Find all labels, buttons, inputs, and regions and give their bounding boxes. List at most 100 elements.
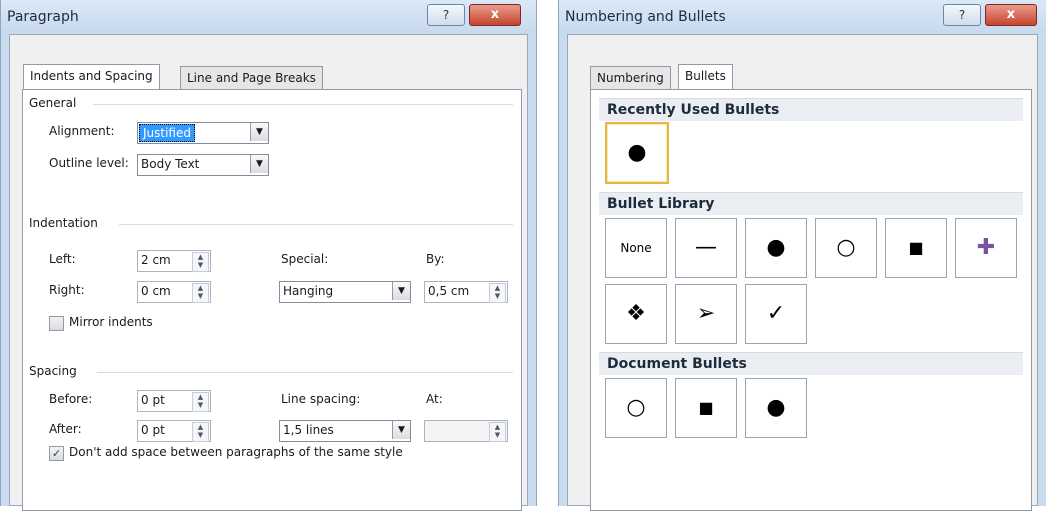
tab-label: Line and Page Breaks xyxy=(187,71,316,85)
spin-arrows-icon[interactable]: ▲ ▼ xyxy=(489,422,506,442)
help-button[interactable]: ? xyxy=(943,4,981,26)
before-label: Before: xyxy=(49,392,93,406)
spin-arrows-icon[interactable]: ▲ ▼ xyxy=(192,252,209,272)
outline-level-select[interactable]: Body Text ▼ xyxy=(137,154,269,176)
bullets-titlebar: Numbering and Bullets ? x xyxy=(559,0,1046,34)
help-button[interactable]: ? xyxy=(427,4,465,26)
special-value: Hanging xyxy=(283,284,334,298)
right-indent-label: Right: xyxy=(49,283,85,297)
alignment-label: Alignment: xyxy=(49,124,115,138)
close-button[interactable]: x xyxy=(469,4,521,26)
line-spacing-value: 1,5 lines xyxy=(283,423,334,437)
special-label: Special: xyxy=(281,252,329,266)
tab-label: Numbering xyxy=(597,71,664,85)
before-spinner[interactable]: 0 pt ▲ ▼ xyxy=(137,390,211,412)
bullet-library-header: Bullet Library xyxy=(599,192,1023,215)
bullet-square-icon: ■ xyxy=(908,238,924,257)
dropdown-arrow-icon[interactable]: ▼ xyxy=(392,421,410,439)
line-spacing-label: Line spacing: xyxy=(281,392,361,406)
before-value: 0 pt xyxy=(141,393,165,407)
bullets-client: Numbering Bullets Recently Used Bullets … xyxy=(567,34,1038,511)
spin-arrows-icon[interactable]: ▲ ▼ xyxy=(192,392,209,412)
bullet-square-icon: ■ xyxy=(698,398,714,417)
close-icon: x xyxy=(490,7,500,22)
by-value: 0,5 cm xyxy=(428,284,470,298)
library-bullet-diamond[interactable]: ❖ xyxy=(605,284,667,344)
mirror-indents-checkbox[interactable] xyxy=(49,316,64,331)
library-bullet-star[interactable]: ✚ xyxy=(955,218,1017,278)
right-indent-value: 0 cm xyxy=(141,284,171,298)
recently-used-header: Recently Used Bullets xyxy=(599,98,1023,121)
recent-bullet-disc[interactable]: ● xyxy=(605,122,669,184)
tab-indents-and-spacing[interactable]: Indents and Spacing xyxy=(23,64,160,89)
close-button[interactable]: x xyxy=(985,4,1037,26)
divider xyxy=(93,104,513,105)
dropdown-arrow-icon[interactable]: ▼ xyxy=(392,282,410,300)
dont-add-space-label[interactable]: Don't add space between paragraphs of th… xyxy=(69,445,403,459)
bullet-four-point-star-icon: ✚ xyxy=(976,235,996,260)
library-bullet-square[interactable]: ■ xyxy=(885,218,947,278)
tab-label: Indents and Spacing xyxy=(30,69,153,83)
line-spacing-select[interactable]: 1,5 lines ▼ xyxy=(279,420,411,442)
at-label: At: xyxy=(426,392,443,406)
tab-label: Bullets xyxy=(685,69,726,83)
after-label: After: xyxy=(49,422,82,436)
bullet-disc-icon: ● xyxy=(766,395,786,420)
bullets-title: Numbering and Bullets xyxy=(565,9,726,25)
document-bullet-circle[interactable]: ○ xyxy=(605,378,667,438)
after-value: 0 pt xyxy=(141,423,165,437)
spin-arrows-icon[interactable]: ▲ ▼ xyxy=(192,422,209,442)
library-bullet-dash[interactable]: — xyxy=(675,218,737,278)
left-indent-label: Left: xyxy=(49,252,76,266)
outline-level-value: Body Text xyxy=(141,157,200,171)
close-icon: x xyxy=(1006,7,1016,22)
library-bullet-none[interactable]: None xyxy=(605,218,667,278)
bullet-diamond-cluster-icon: ❖ xyxy=(626,301,646,326)
mirror-indents-label[interactable]: Mirror indents xyxy=(69,315,153,329)
tab-line-and-page-breaks[interactable]: Line and Page Breaks xyxy=(180,66,323,89)
spin-arrows-icon[interactable]: ▲ ▼ xyxy=(489,283,506,303)
right-indent-spinner[interactable]: 0 cm ▲ ▼ xyxy=(137,281,211,303)
dropdown-arrow-icon[interactable]: ▼ xyxy=(250,155,268,173)
tab-numbering[interactable]: Numbering xyxy=(590,66,671,89)
after-spinner[interactable]: 0 pt ▲ ▼ xyxy=(137,420,211,442)
library-bullet-circle[interactable]: ○ xyxy=(815,218,877,278)
paragraph-titlebar: Paragraph ? x xyxy=(1,0,536,34)
alignment-select[interactable]: Justified ▼ xyxy=(137,122,269,144)
divider xyxy=(97,372,513,373)
dropdown-arrow-icon[interactable]: ▼ xyxy=(250,123,268,141)
bullet-none-label: None xyxy=(620,241,652,255)
document-bullets-header: Document Bullets xyxy=(599,352,1023,375)
by-label: By: xyxy=(426,252,445,266)
special-select[interactable]: Hanging ▼ xyxy=(279,281,411,303)
outline-level-label: Outline level: xyxy=(49,156,129,170)
paragraph-title: Paragraph xyxy=(7,9,79,25)
bullet-dash-icon: — xyxy=(695,235,717,260)
by-spinner[interactable]: 0,5 cm ▲ ▼ xyxy=(424,281,508,303)
indents-spacing-panel: General Alignment: Justified ▼ Outline l… xyxy=(22,89,522,511)
at-spinner[interactable]: ▲ ▼ xyxy=(424,420,508,442)
spacing-group-label: Spacing xyxy=(29,364,81,378)
bullets-panel: Recently Used Bullets ● Bullet Library N… xyxy=(590,89,1032,511)
bullet-disc-icon: ● xyxy=(627,140,647,165)
alignment-value: Justified xyxy=(139,124,195,142)
library-bullet-check[interactable]: ✓ xyxy=(745,284,807,344)
document-bullet-square[interactable]: ■ xyxy=(675,378,737,438)
help-icon: ? xyxy=(958,8,966,22)
document-bullet-disc[interactable]: ● xyxy=(745,378,807,438)
general-group-label: General xyxy=(29,96,81,110)
dont-add-space-checkbox[interactable]: ✓ xyxy=(49,446,64,461)
bullet-disc-icon: ● xyxy=(766,235,786,260)
left-indent-spinner[interactable]: 2 cm ▲ ▼ xyxy=(137,250,211,272)
library-bullet-arrow[interactable]: ➢ xyxy=(675,284,737,344)
tab-bullets[interactable]: Bullets xyxy=(678,64,733,89)
library-bullet-disc[interactable]: ● xyxy=(745,218,807,278)
spin-arrows-icon[interactable]: ▲ ▼ xyxy=(192,283,209,303)
bullet-arrowhead-icon: ➢ xyxy=(696,301,716,326)
paragraph-client: Indents and Spacing Line and Page Breaks… xyxy=(9,34,528,511)
indentation-group-label: Indentation xyxy=(29,216,102,230)
bullets-dialog: Numbering and Bullets ? x Numbering Bull… xyxy=(558,0,1046,511)
bullet-circle-icon: ○ xyxy=(836,235,856,260)
checkbox-icon: ✓ xyxy=(51,447,62,460)
help-icon: ? xyxy=(442,8,450,22)
